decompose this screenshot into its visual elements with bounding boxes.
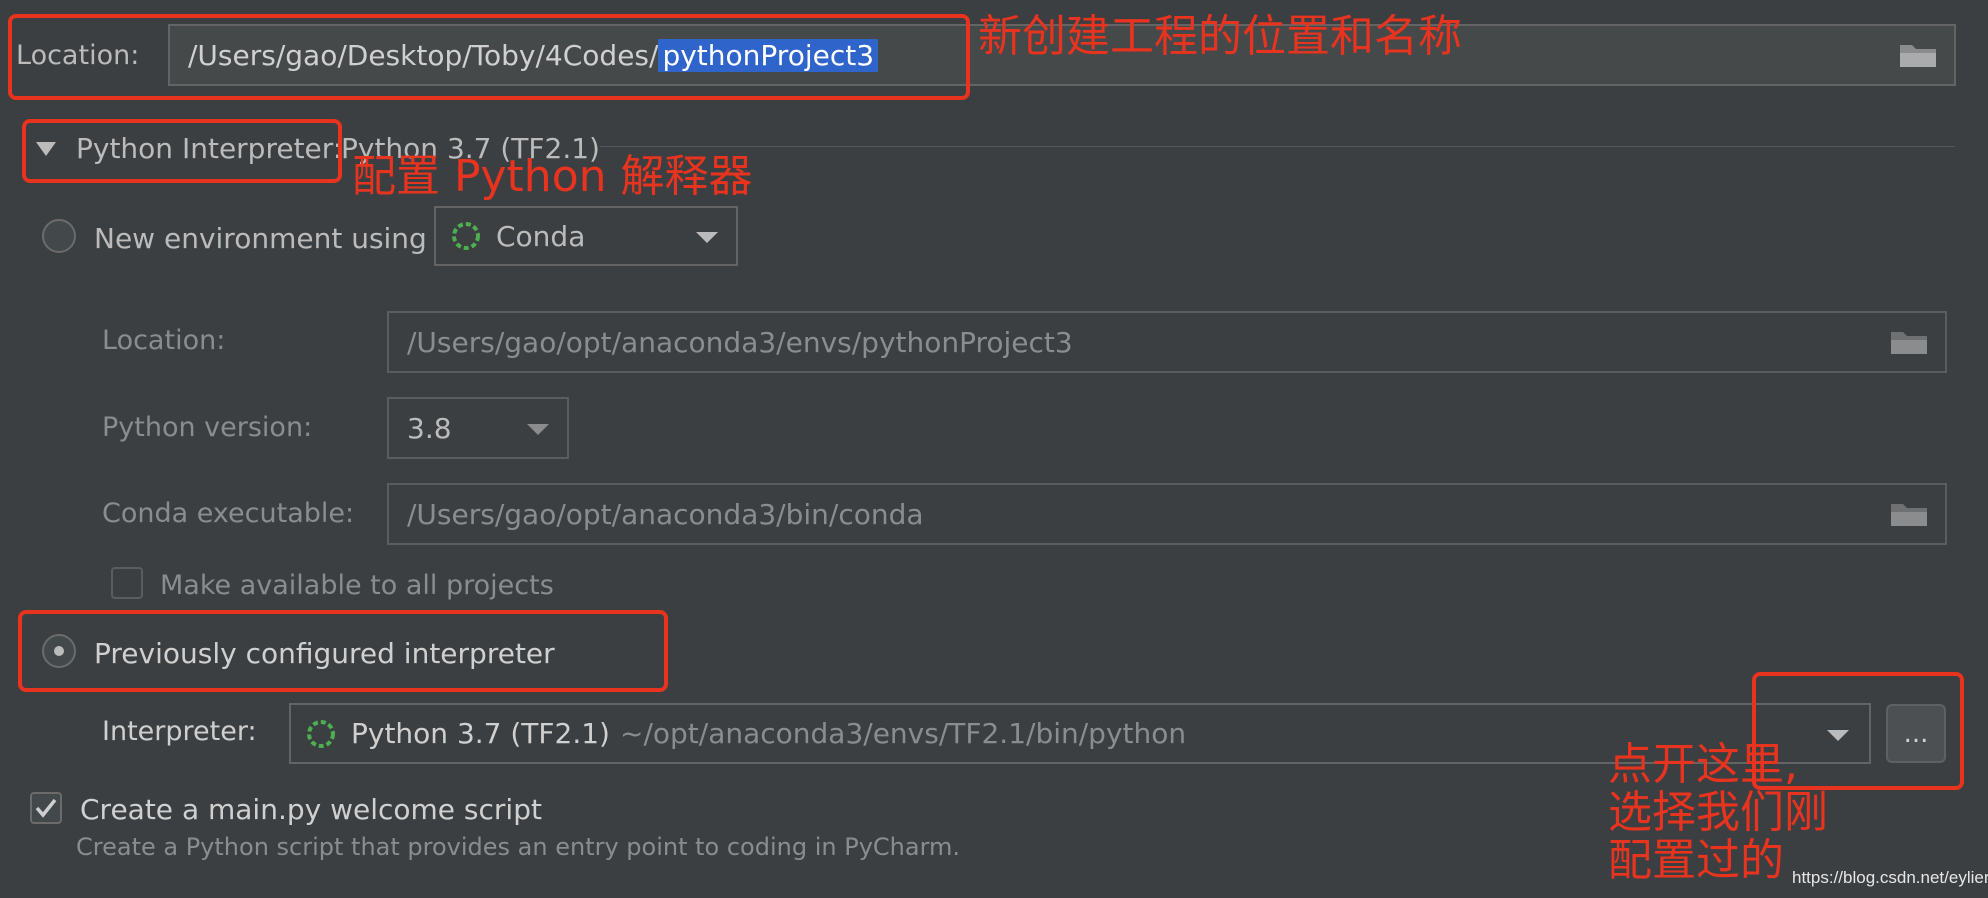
interpreter-label: Interpreter: bbox=[102, 716, 257, 747]
interpreter-name: Python 3.7 (TF2.1) bbox=[351, 717, 610, 750]
watermark: https://blog.csdn.net/eylier bbox=[1792, 868, 1988, 887]
chevron-down-icon bbox=[696, 232, 718, 243]
annotation-location-note: 新创建工程的位置和名称 bbox=[978, 11, 1462, 62]
env-tool-value: Conda bbox=[496, 219, 586, 253]
annotation-box-location bbox=[8, 14, 970, 100]
annotation-interpreter-note: 配置 Python 解释器 bbox=[352, 151, 753, 202]
conda-executable-value: /Users/gao/opt/anaconda3/bin/conda bbox=[407, 497, 924, 531]
env-location-value: /Users/gao/opt/anaconda3/envs/pythonProj… bbox=[407, 325, 1073, 359]
checkmark-icon bbox=[35, 798, 57, 818]
python-version-dropdown[interactable]: 3.8 bbox=[387, 397, 569, 459]
conda-icon bbox=[307, 720, 335, 748]
section-divider bbox=[600, 146, 1955, 147]
env-tool-dropdown[interactable]: Conda bbox=[434, 206, 738, 266]
new-environment-radio[interactable] bbox=[42, 219, 76, 253]
make-available-checkbox[interactable] bbox=[111, 567, 143, 599]
conda-executable-input[interactable]: /Users/gao/opt/anaconda3/bin/conda bbox=[387, 483, 1947, 545]
python-version-value: 3.8 bbox=[407, 411, 452, 445]
annotation-box-previous-interpreter bbox=[18, 610, 668, 692]
annotation-box-interpreter-header bbox=[22, 119, 342, 183]
folder-icon[interactable] bbox=[1898, 41, 1938, 69]
create-main-description: Create a Python script that provides an … bbox=[76, 833, 961, 861]
interpreter-path: ~/opt/anaconda3/envs/TF2.1/bin/python bbox=[619, 717, 1187, 750]
conda-executable-label: Conda executable: bbox=[102, 498, 355, 529]
annotation-more-note-1: 点开这里, bbox=[1608, 739, 1798, 790]
annotation-more-note-3: 配置过的 bbox=[1608, 835, 1784, 886]
chevron-down-icon bbox=[527, 424, 549, 435]
new-environment-label[interactable]: New environment using bbox=[94, 222, 427, 255]
create-main-checkbox[interactable] bbox=[30, 792, 62, 824]
folder-icon[interactable] bbox=[1889, 500, 1929, 528]
folder-icon[interactable] bbox=[1889, 328, 1929, 356]
python-version-label: Python version: bbox=[102, 412, 313, 443]
env-location-label: Location: bbox=[102, 325, 226, 356]
annotation-more-note-2: 选择我们刚 bbox=[1608, 787, 1828, 838]
env-location-input[interactable]: /Users/gao/opt/anaconda3/envs/pythonProj… bbox=[387, 311, 1947, 373]
create-main-label[interactable]: Create a main.py welcome script bbox=[80, 793, 542, 826]
conda-icon bbox=[452, 222, 480, 250]
make-available-label[interactable]: Make available to all projects bbox=[160, 570, 554, 601]
